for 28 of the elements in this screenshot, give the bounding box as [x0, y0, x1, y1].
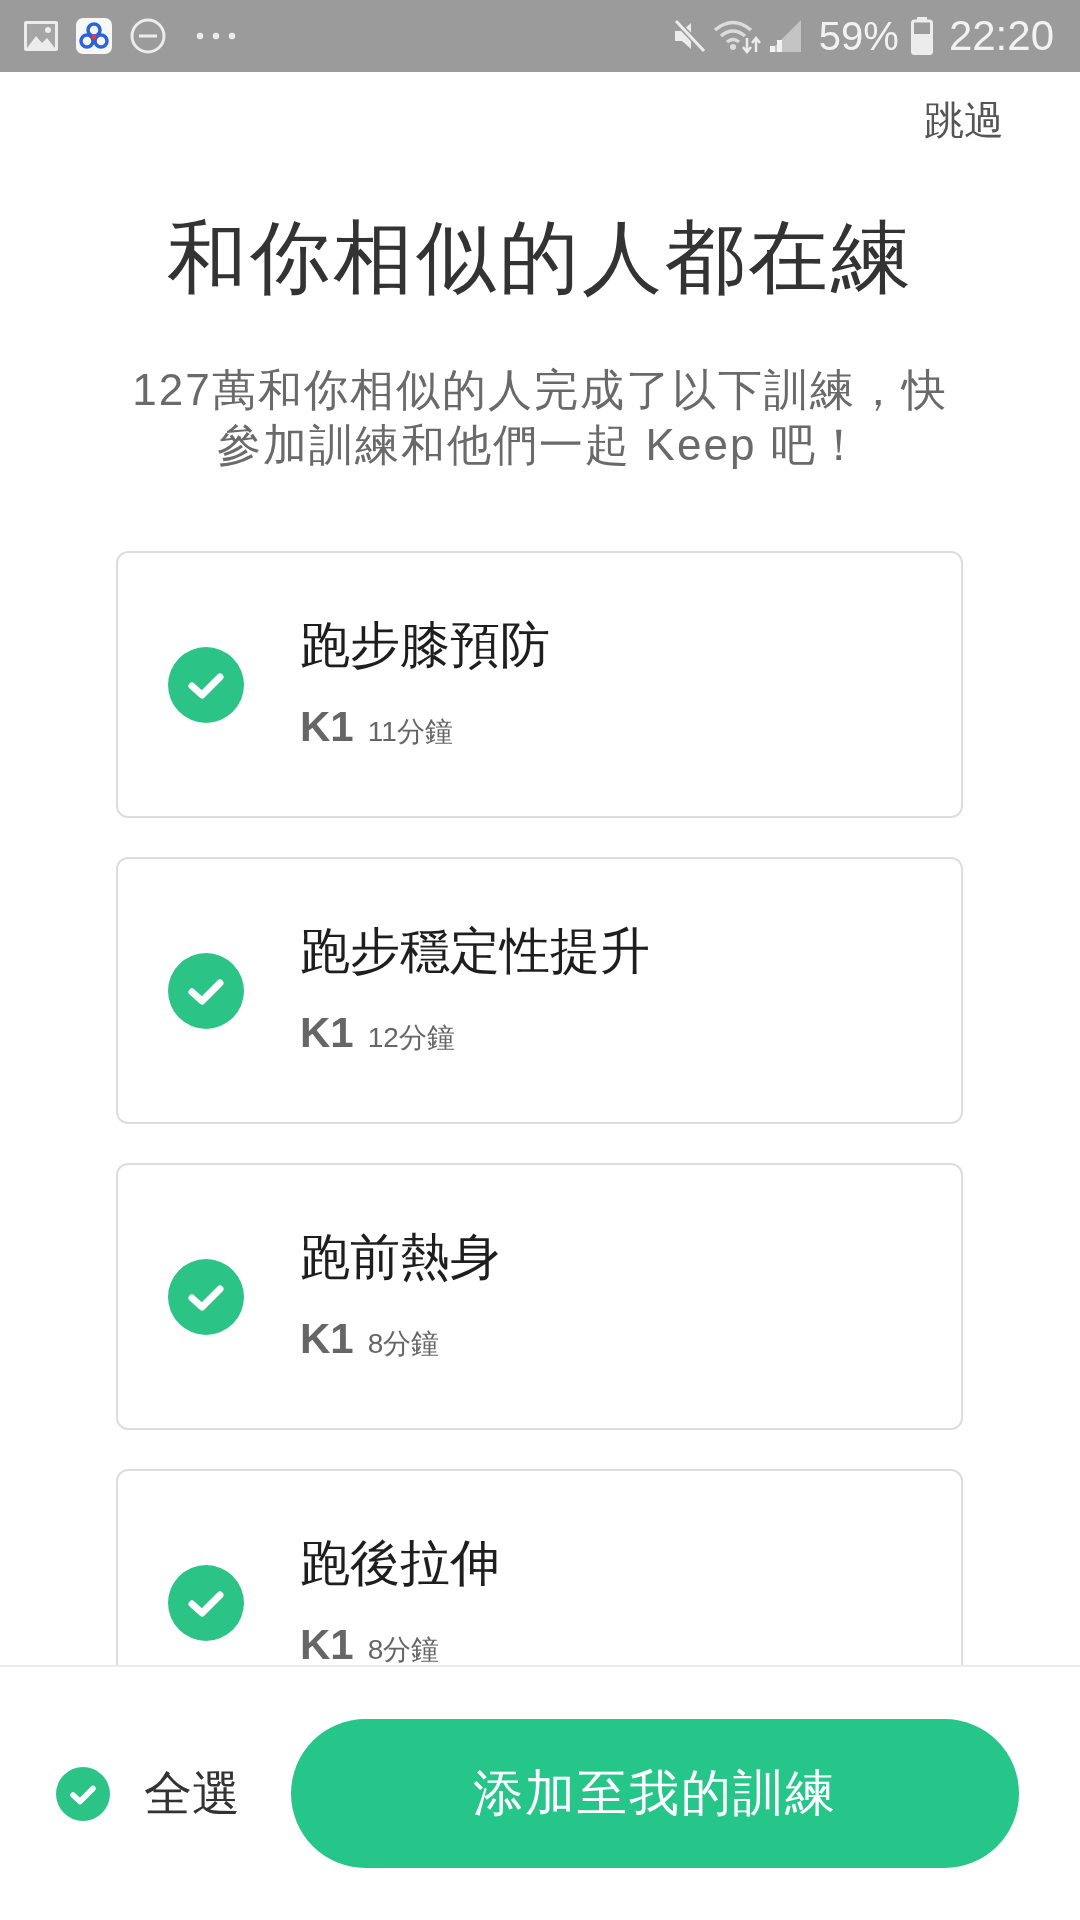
duration-text: 11分鐘 [367, 715, 453, 749]
battery-percent: 59% [818, 13, 899, 59]
duration-text: 8分鐘 [367, 1633, 440, 1665]
minus-circle-icon [130, 18, 166, 54]
skip-button[interactable]: 跳過 [918, 88, 1010, 152]
training-card[interactable]: 跑步膝預防 K1 11分鐘 [116, 551, 963, 818]
wifi-icon [712, 18, 761, 54]
clock-time: 22:20 [948, 12, 1054, 60]
training-card[interactable]: 跑後拉伸 K1 8分鐘 [116, 1469, 963, 1665]
training-title: 跑步穩定性提升 [300, 922, 650, 981]
training-title: 跑步膝預防 [300, 616, 550, 675]
training-card[interactable]: 跑前熱身 K1 8分鐘 [116, 1163, 963, 1430]
difficulty-grade: K1 [300, 705, 354, 749]
training-card[interactable]: 跑步穩定性提升 K1 12分鐘 [116, 857, 963, 1124]
training-title: 跑前熱身 [300, 1228, 500, 1287]
select-all-toggle[interactable]: 全選 [56, 1761, 240, 1826]
training-title: 跑後拉伸 [300, 1534, 500, 1593]
subtitle-text: 127萬和你相似的人完成了以下訓練，快參加訓練和他們一起 Keep 吧！ [131, 364, 949, 471]
more-dots-icon [196, 32, 236, 40]
page-title: 和你相似的人都在練 [165, 212, 915, 304]
difficulty-grade: K1 [300, 1623, 354, 1665]
difficulty-grade: K1 [300, 1317, 354, 1361]
image-icon [24, 21, 58, 51]
battery-icon [910, 17, 933, 55]
difficulty-grade: K1 [300, 1011, 354, 1055]
linked-circles-app-icon [76, 18, 112, 54]
duration-text: 8分鐘 [367, 1327, 440, 1361]
duration-text: 12分鐘 [367, 1021, 455, 1055]
